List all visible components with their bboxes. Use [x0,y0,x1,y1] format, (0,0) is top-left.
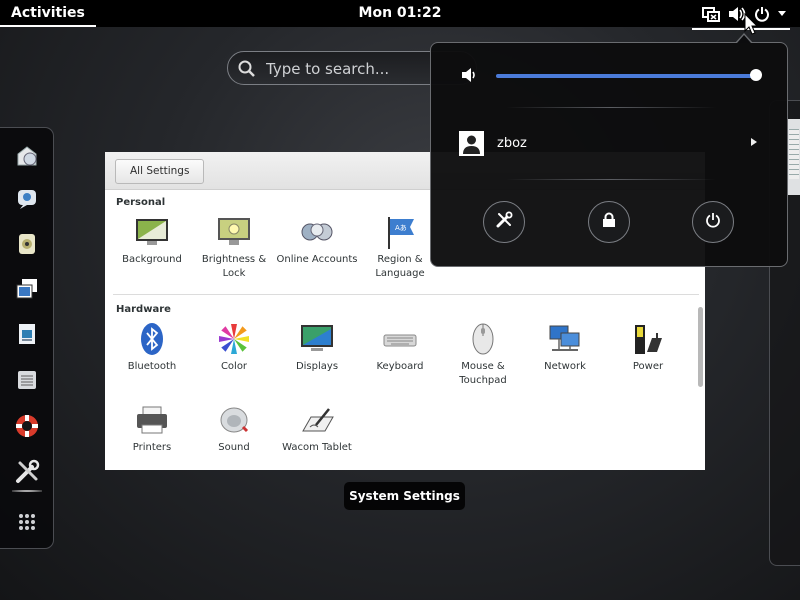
item-label: Brightness & Lock [201,254,267,279]
user-menu-item[interactable]: zboz [431,121,787,167]
settings-item-network[interactable]: Network [524,322,606,374]
item-label: Bluetooth [127,361,177,372]
displays-icon [299,322,335,356]
all-settings-button[interactable]: All Settings [115,159,205,184]
settings-item-bluetooth[interactable]: Bluetooth [111,322,193,374]
system-settings-icon[interactable] [8,453,46,491]
printer-icon [134,403,170,437]
avatar [459,131,484,156]
section-title-personal: Personal [116,197,166,208]
keyboard-icon [382,322,418,356]
document-viewer-icon[interactable] [8,315,46,353]
dash [0,127,54,549]
svg-text:Aあ: Aあ [395,224,407,232]
lock-button[interactable] [588,201,630,243]
item-label: Wacom Tablet [282,442,352,453]
settings-item-mouse-touchpad[interactable]: Mouse & Touchpad [442,322,524,388]
power-off-icon [705,212,721,232]
scrollbar[interactable] [698,307,703,387]
running-indicator [12,490,42,492]
volume-low-icon [461,67,479,87]
system-tray[interactable] [692,3,790,30]
mouse-icon [465,322,501,356]
settings-item-wacom-tablet[interactable]: Wacom Tablet [276,403,358,455]
item-label: Power [632,361,664,372]
settings-item-background[interactable]: Background [111,215,193,267]
clock[interactable]: Mon 01:22 [0,0,800,27]
item-label: Network [544,361,586,372]
chevron-right-icon [751,138,757,146]
help-lifebuoy-icon[interactable] [8,407,46,445]
background-icon [134,215,170,249]
window-caption: System Settings [344,482,465,510]
file-manager-icon[interactable] [8,361,46,399]
music-player-icon[interactable] [8,225,46,263]
settings-button[interactable] [483,201,525,243]
settings-item-region-language[interactable]: Aあ Region & Language [359,215,441,281]
menu-separator [506,179,716,180]
settings-item-sound[interactable]: Sound [193,403,275,455]
activities-button[interactable]: Activities [0,0,96,27]
settings-icon [495,211,513,233]
system-menu: zboz [430,42,788,267]
search-icon [238,60,256,82]
item-label: Keyboard [376,361,424,372]
brightness-lock-icon [216,215,252,249]
shotwell-photos-icon[interactable] [8,270,46,308]
power-battery-icon [630,322,666,356]
network-icon [547,322,583,356]
item-label: Online Accounts [276,254,358,265]
settings-item-printers[interactable]: Printers [111,403,193,455]
show-applications-icon[interactable] [8,503,46,541]
region-language-icon: Aあ [382,215,418,249]
item-label: Printers [132,442,172,453]
item-label: Sound [218,442,250,453]
lock-icon [602,212,616,232]
menu-separator [506,107,716,108]
item-label: Background [122,254,182,265]
online-accounts-icon [299,215,335,249]
color-icon [216,322,252,356]
network-wired-icon[interactable] [702,6,720,22]
mouse-cursor-icon [744,12,759,39]
volume-slider-handle[interactable] [750,69,762,81]
item-label: Region & Language [375,254,425,279]
section-title-hardware: Hardware [116,304,171,315]
settings-item-displays[interactable]: Displays [276,322,358,374]
settings-item-brightness-lock[interactable]: Brightness & Lock [193,215,275,281]
top-bar: Activities Mon 01:22 [0,0,800,30]
power-off-button[interactable] [692,201,734,243]
wacom-tablet-icon [299,403,335,437]
section-divider [113,294,699,295]
settings-item-color[interactable]: Color [193,322,275,374]
sound-icon [216,403,252,437]
item-label: Displays [295,361,339,372]
web-browser-icon[interactable] [8,137,46,175]
settings-item-keyboard[interactable]: Keyboard [359,322,441,374]
bluetooth-icon [134,322,170,356]
chevron-down-icon[interactable] [778,11,786,17]
volume-slider[interactable] [496,74,756,78]
item-label: Mouse & Touchpad [459,361,507,386]
username: zboz [497,136,527,151]
item-label: Color [220,361,248,372]
settings-item-online-accounts[interactable]: Online Accounts [276,215,358,267]
chat-icon[interactable] [8,180,46,218]
settings-item-power[interactable]: Power [607,322,689,374]
